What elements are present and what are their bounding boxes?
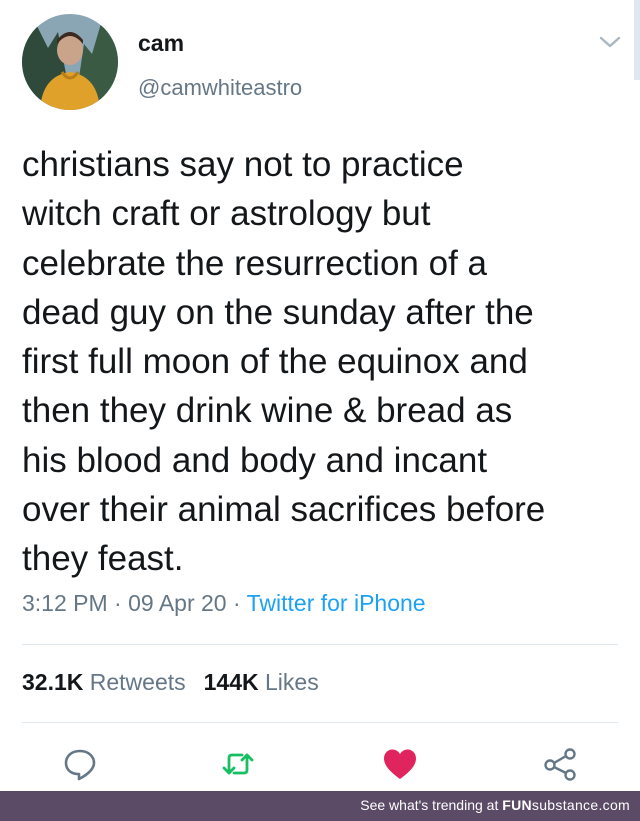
retweet-icon[interactable] [218, 744, 258, 784]
tweet-time: 3:12 PM [22, 590, 108, 616]
footer-brand: FUNsubstance.com [502, 797, 630, 813]
action-bar [0, 744, 640, 790]
footer-brand-light: substance [531, 797, 599, 813]
footer-brand-suffix: .com [598, 797, 630, 813]
retweets-label: Retweets [89, 669, 186, 695]
scrollbar[interactable] [634, 0, 640, 80]
likes-label: Likes [265, 669, 319, 695]
share-icon[interactable] [540, 744, 580, 784]
likes-stat[interactable]: 144K Likes [204, 669, 319, 695]
retweets-stat[interactable]: 32.1K Retweets [22, 669, 186, 695]
tweet-text-line: his blood and body and incant [22, 440, 488, 480]
footer-brand-bold: FUN [502, 797, 532, 813]
tweet-text-line: over their animal sacrifices before [22, 490, 546, 530]
user-handle[interactable]: @camwhiteastro [138, 75, 302, 101]
separator: · [114, 590, 122, 616]
tweet-text-line: celebrate the resurrection of a [22, 243, 487, 283]
tweet-text: christians say not to practice witch cra… [22, 140, 628, 584]
tweet-text-line: dead guy on the sunday after the [22, 292, 534, 332]
heart-icon[interactable] [380, 744, 420, 784]
reply-icon[interactable] [60, 744, 100, 784]
tweet-text-line: they feast. [22, 539, 184, 579]
divider [22, 644, 618, 645]
footer-caption: See what's trending at [360, 797, 499, 813]
chevron-down-icon[interactable] [596, 32, 624, 52]
watermark-footer: See what's trending at FUNsubstance.com [0, 791, 640, 821]
avatar[interactable] [22, 14, 118, 110]
divider [22, 722, 618, 723]
tweet-date: 09 Apr 20 [128, 590, 227, 616]
tweet-source-link[interactable]: Twitter for iPhone [247, 590, 426, 616]
tweet-text-line: witch craft or astrology but [22, 194, 431, 234]
tweet-text-line: then they drink wine & bread as [22, 391, 513, 431]
retweets-count: 32.1K [22, 669, 84, 695]
separator: · [232, 590, 241, 616]
tweet-text-line: first full moon of the equinox and [22, 342, 528, 382]
tweet-meta: 3:12 PM · 09 Apr 20 · Twitter for iPhone [22, 590, 426, 617]
footer-text: See what's trending at FUNsubstance.com [360, 797, 630, 813]
engagement-stats: 32.1K Retweets 144K Likes [22, 669, 319, 696]
display-name[interactable]: cam [138, 30, 184, 57]
likes-count: 144K [203, 669, 259, 695]
tweet-text-line: christians say not to practice [22, 145, 464, 184]
